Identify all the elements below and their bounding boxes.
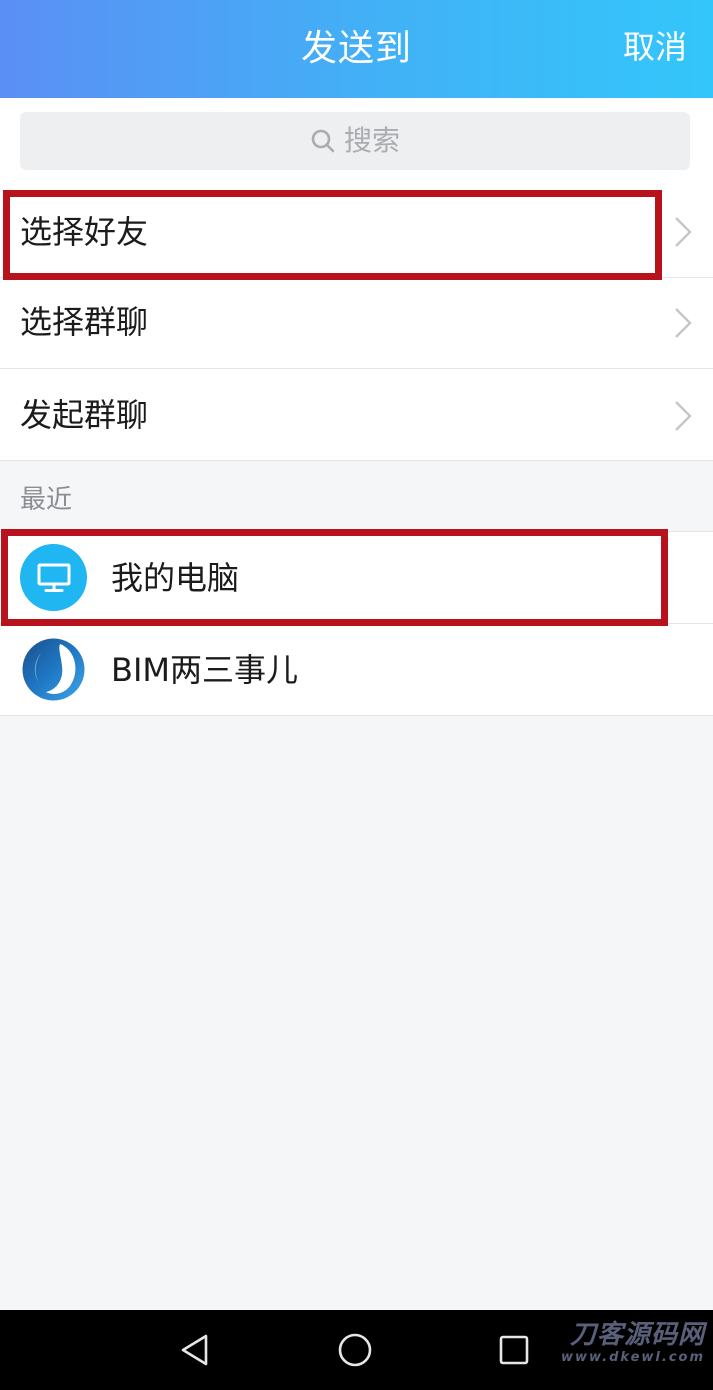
- chevron-right-icon: [675, 401, 692, 431]
- watermark-sub: www.dkewl.com: [560, 1350, 705, 1365]
- chevron-right-icon: [675, 308, 692, 338]
- bim-logo-icon: [22, 638, 85, 701]
- contact-bim[interactable]: BIM两三事儿: [0, 624, 713, 716]
- computer-avatar: [20, 544, 87, 611]
- contact-my-computer[interactable]: 我的电脑: [0, 532, 713, 624]
- search-placeholder: 搜索: [343, 124, 400, 157]
- home-icon[interactable]: [335, 1330, 375, 1370]
- chevron-right-icon: [675, 217, 692, 247]
- select-group-item[interactable]: 选择群聊: [0, 278, 713, 369]
- bim-avatar: [20, 636, 87, 703]
- select-friends-item[interactable]: 选择好友: [0, 186, 713, 278]
- watermark: 刀客源码网 www.dkewl.com: [561, 1320, 705, 1366]
- contact-name: 我的电脑: [111, 559, 240, 597]
- back-icon[interactable]: [176, 1330, 216, 1370]
- select-group-label: 选择群聊: [20, 303, 149, 341]
- search-input[interactable]: 搜索: [20, 112, 690, 170]
- start-group-chat-item[interactable]: 发起群聊: [0, 369, 713, 461]
- recent-section-header: 最近: [0, 461, 713, 532]
- select-friends-label: 选择好友: [20, 213, 149, 251]
- header-bar: 发送到 取消: [0, 0, 713, 98]
- navigation-bar: 刀客源码网 www.dkewl.com: [0, 1310, 713, 1390]
- computer-icon: [37, 563, 70, 592]
- recent-section-label: 最近: [20, 485, 73, 515]
- watermark-main: 刀客源码网: [569, 1320, 705, 1350]
- search-area: 搜索: [0, 98, 713, 190]
- contact-name: BIM两三事儿: [111, 651, 299, 689]
- cancel-button[interactable]: 取消: [623, 24, 687, 70]
- recent-apps-icon[interactable]: [494, 1330, 534, 1370]
- page-title: 发送到: [300, 28, 412, 69]
- search-icon: [311, 129, 335, 153]
- start-group-chat-label: 发起群聊: [20, 396, 149, 434]
